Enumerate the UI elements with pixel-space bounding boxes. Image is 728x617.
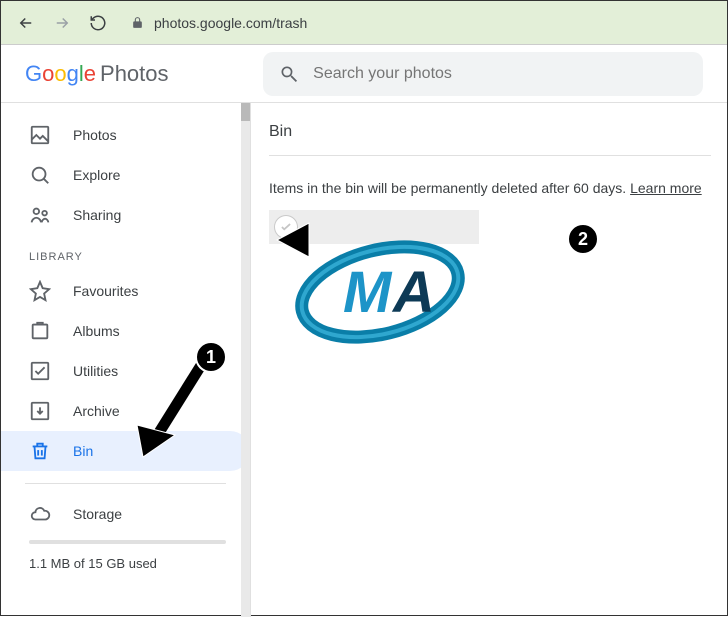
sidebar-item-storage[interactable]: Storage [1,494,250,534]
page-title: Bin [269,123,711,141]
forward-button[interactable] [51,12,73,34]
bin-icon [29,440,51,462]
reload-button[interactable] [87,12,109,34]
bin-notice: Items in the bin will be permanently del… [269,180,711,196]
scrollbar[interactable] [241,103,250,617]
storage-meter [29,540,226,544]
search-icon [279,63,299,85]
google-photos-logo[interactable]: Google Photos [25,61,169,87]
svg-text:A: A [391,260,435,325]
sidebar-item-explore[interactable]: Explore [1,155,250,195]
nav-label: Archive [73,403,120,419]
nav-label: Sharing [73,207,121,223]
sidebar-item-photos[interactable]: Photos [1,115,250,155]
annotation-arrow-2 [269,215,579,265]
nav-label: Bin [73,443,93,459]
star-icon [29,280,51,302]
address-bar[interactable]: photos.google.com/trash [123,15,713,31]
nav-label: Photos [73,127,117,143]
sidebar-item-sharing[interactable]: Sharing [1,195,250,235]
nav-label: Storage [73,506,122,522]
annotation-badge-1: 1 [195,341,227,373]
nav-label: Explore [73,167,120,183]
nav-label: Albums [73,323,120,339]
back-button[interactable] [15,12,37,34]
sidebar-item-favourites[interactable]: Favourites [1,271,250,311]
app-header: Google Photos [1,45,727,103]
divider [269,155,711,156]
photos-icon [29,124,51,146]
search-input[interactable] [313,65,687,83]
cloud-icon [29,503,51,525]
nav-label: Favourites [73,283,138,299]
learn-more-link[interactable]: Learn more [630,180,702,196]
explore-icon [29,164,51,186]
browser-bar: photos.google.com/trash [1,1,727,45]
main-area: Bin Items in the bin will be permanently… [251,103,727,617]
nav-label: Utilities [73,363,118,379]
utilities-icon [29,360,51,382]
search-box[interactable] [263,52,703,96]
library-section-label: LIBRARY [1,235,250,271]
annotation-badge-2: 2 [567,223,599,255]
archive-icon [29,400,51,422]
photos-text: Photos [100,61,169,87]
url-text: photos.google.com/trash [154,15,307,31]
lock-icon [131,16,144,29]
divider [25,483,226,484]
svg-text:M: M [343,260,393,325]
storage-usage-text: 1.1 MB of 15 GB used [1,550,250,571]
albums-icon [29,320,51,342]
sharing-icon [29,204,51,226]
